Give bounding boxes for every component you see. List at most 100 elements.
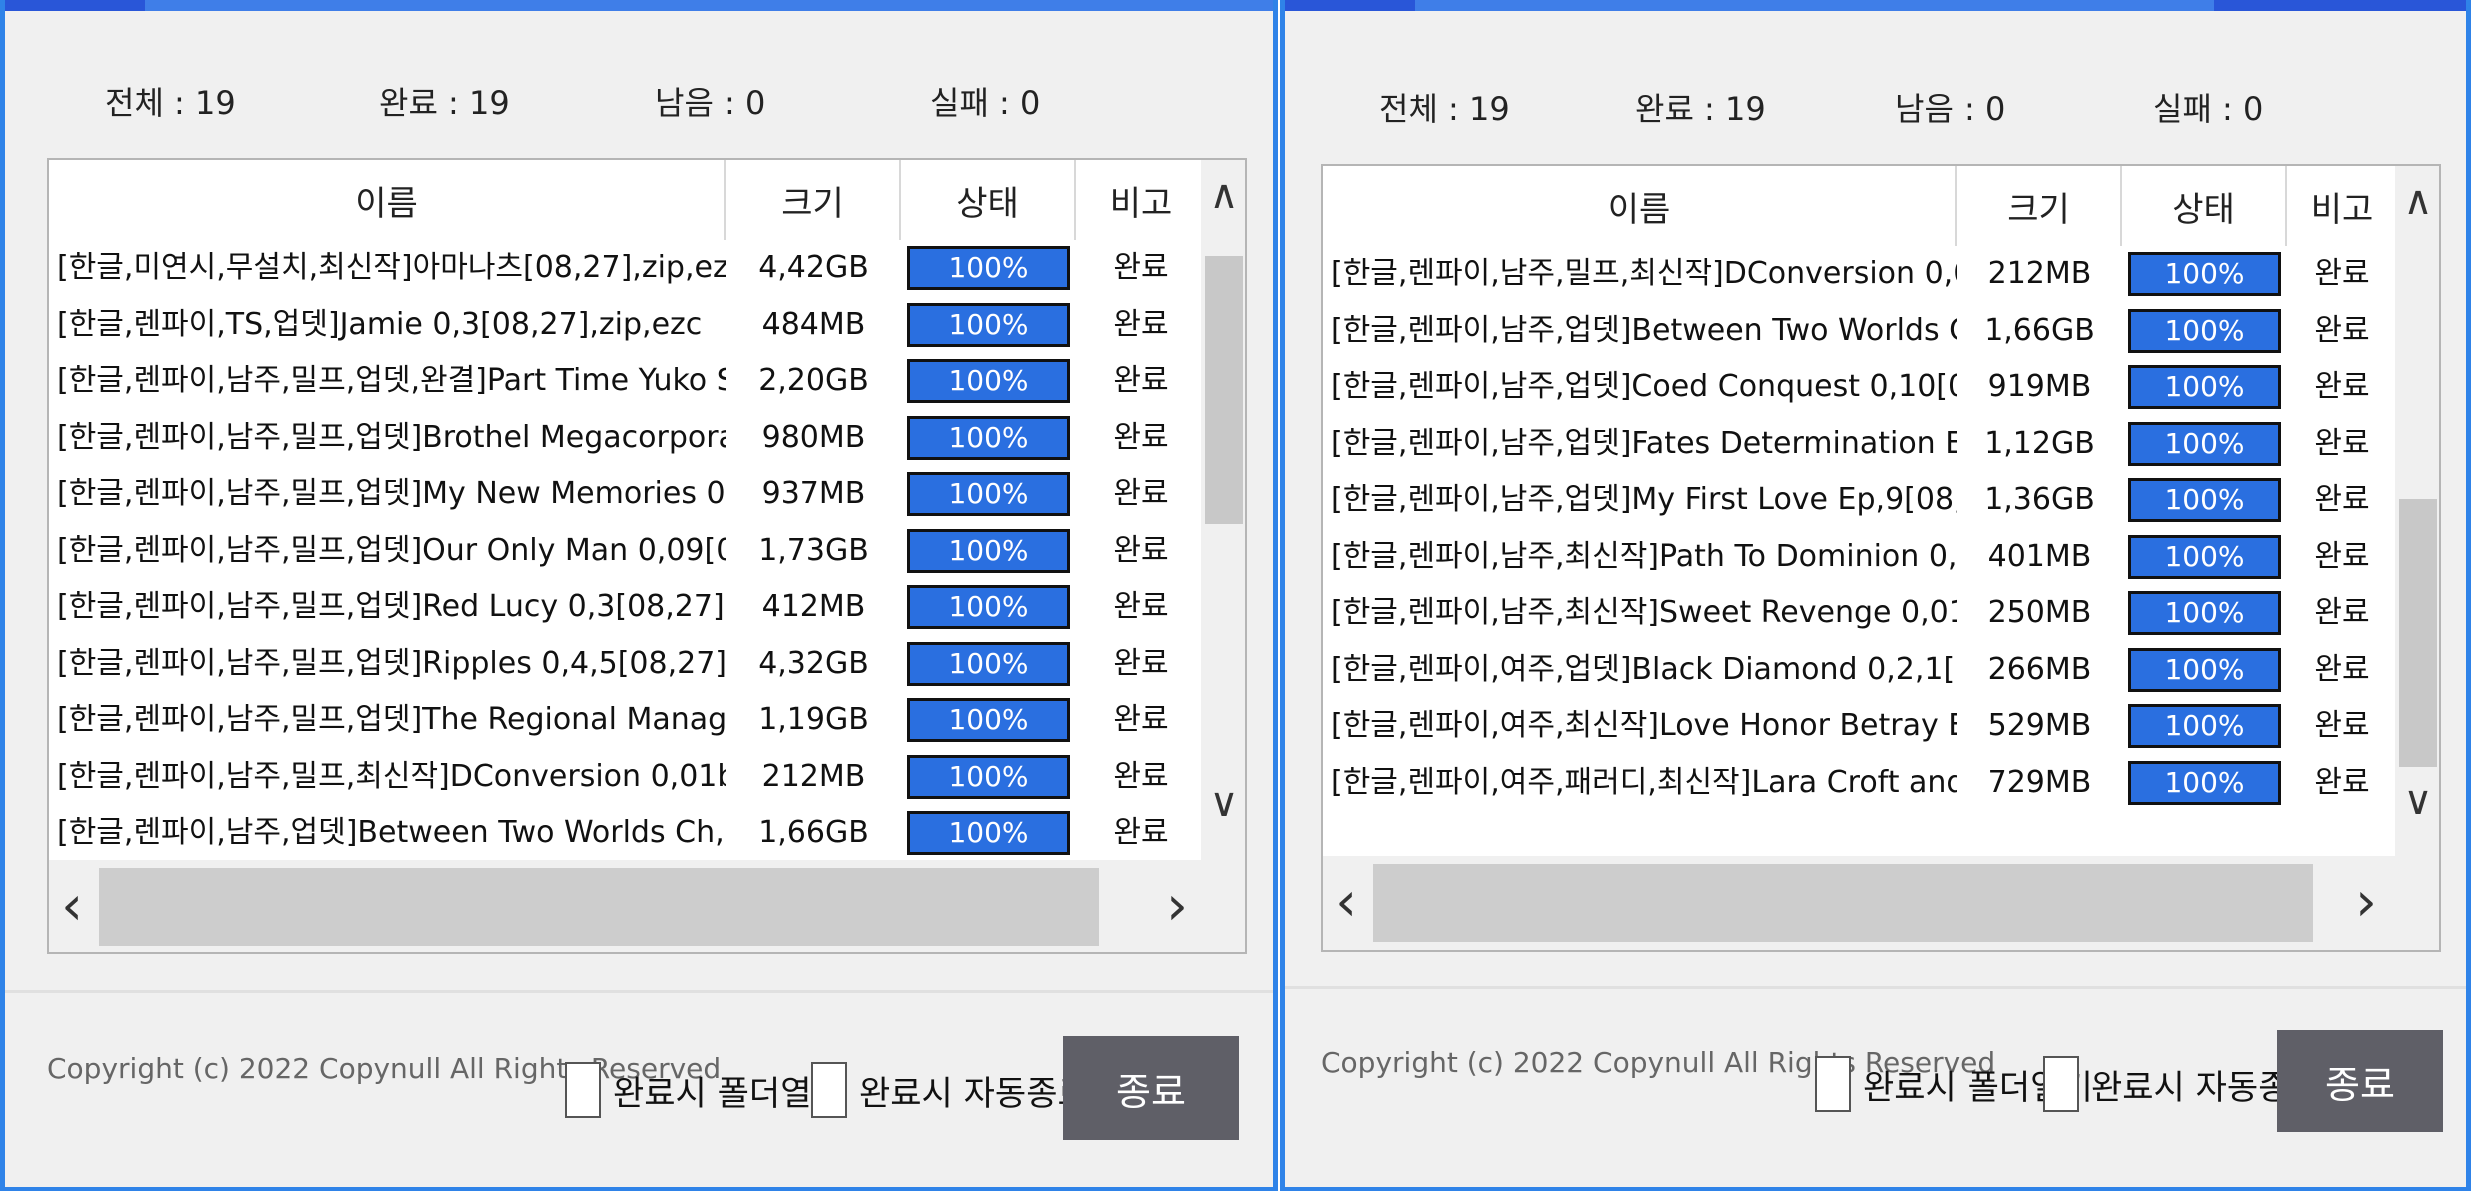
auto-exit-checkbox[interactable] (811, 1062, 847, 1118)
title-bar (5, 0, 1273, 11)
item-size: 1,66GB (1984, 312, 2095, 348)
progress-bar: 100% (2128, 421, 2281, 466)
close-button[interactable]: 종료 (1063, 1036, 1239, 1140)
list-item[interactable]: [한글,렌파이,남주,최신작]Sweet Revenge 0,01[08,27]… (1323, 585, 2397, 641)
column-header-size[interactable]: 크기 (726, 160, 901, 240)
stat-failed: 실패 : 0 (2153, 90, 2264, 128)
item-name: [한글,렌파이,남주,업뎃]Between Two Worlds Ch,5[08… (57, 815, 726, 850)
horizontal-scroll-thumb[interactable] (99, 868, 1099, 946)
item-size: 919MB (1987, 369, 2092, 404)
scroll-right-icon[interactable]: › (2343, 870, 2389, 933)
stat-remaining: 남음 : 0 (1895, 90, 2006, 128)
item-note: 완료 (2314, 425, 2370, 461)
progress-bar: 100% (907, 585, 1070, 629)
open-folder-checkbox[interactable] (565, 1062, 601, 1118)
list-item[interactable]: [한글,렌파이,남주,밀프,업뎃]The Regional Manager 0,… (49, 692, 1206, 748)
scroll-up-icon[interactable]: ∧ (1201, 172, 1245, 218)
item-name: [한글,렌파이,TS,업뎃]Jamie 0,3[08,27],zip,ezc (57, 306, 703, 342)
progress-text: 100% (2164, 765, 2245, 799)
item-size: 412MB (761, 589, 866, 624)
item-name: [한글,렌파이,남주,업뎃]Between Two Worlds Ch,5[08… (1331, 312, 1957, 348)
list-item[interactable]: [한글,렌파이,남주,밀프,업뎃]Our Only Man 0,09[08,27… (49, 523, 1206, 579)
item-name: [한글,렌파이,남주,밀프,업뎃]Our Only Man 0,09[08,27… (57, 532, 726, 568)
item-name: [한글,렌파이,남주,최신작]Path To Dominion 0,1,0[08… (1331, 538, 1957, 574)
item-size: 1,12GB (1984, 425, 2095, 461)
list-item[interactable]: [한글,렌파이,남주,업뎃]My First Love Ep,9[08,27],… (1323, 472, 2397, 528)
column-header-status[interactable]: 상태 (2122, 166, 2287, 246)
column-header-note[interactable]: 비고 (2287, 166, 2397, 246)
close-button[interactable]: 종료 (2277, 1030, 2443, 1132)
auto-exit-option[interactable]: 완료시 자동종료 (811, 1062, 1089, 1118)
scroll-down-icon[interactable]: ∨ (2395, 778, 2439, 824)
list-item[interactable]: [한글,렌파이,남주,최신작]Path To Dominion 0,1,0[08… (1323, 529, 2397, 585)
list-item[interactable]: [한글,렌파이,여주,최신작]Love Honor Betray Ep,1[08… (1323, 698, 2397, 754)
download-list[interactable]: 이름 크기 상태 비고 [한글,렌파이,남주,밀프,최신작]DConversio… (1321, 164, 2441, 952)
item-name: [한글,렌파이,남주,밀프,업뎃]Brothel Megacorporation… (57, 419, 726, 455)
list-item[interactable]: [한글,렌파이,남주,업뎃]Coed Conquest 0,10[08,27],… (1323, 359, 2397, 415)
item-name: [한글,미연시,무설치,최신작]아마나츠[08,27],zip,ezc (57, 250, 726, 285)
stat-failed: 실패 : 0 (930, 84, 1041, 122)
download-list[interactable]: 이름 크기 상태 비고 [한글,미연시,무설치,최신작]아마나츠[08,27],… (47, 158, 1247, 954)
scroll-left-icon[interactable]: ‹ (1323, 870, 1369, 933)
item-size: 250MB (1987, 595, 2092, 630)
progress-text: 100% (2164, 426, 2245, 460)
item-note: 완료 (2314, 312, 2370, 348)
progress-text: 100% (2164, 652, 2245, 686)
list-item[interactable]: [한글,렌파이,TS,업뎃]Jamie 0,3[08,27],zip,ezc 48… (49, 297, 1206, 353)
progress-bar: 100% (907, 754, 1070, 799)
open-folder-checkbox[interactable] (1815, 1056, 1851, 1112)
scroll-down-icon[interactable]: ∨ (1201, 780, 1245, 826)
list-item[interactable]: [한글,렌파이,남주,업뎃]Fates Determination Ep,3[0… (1323, 416, 2397, 472)
list-item[interactable]: [한글,렌파이,남주,밀프,업뎃]Brothel Megacorporation… (49, 410, 1206, 466)
stat-total: 전체 : 19 (105, 84, 236, 122)
list-item[interactable]: [한글,미연시,무설치,최신작]아마나츠[08,27],zip,ezc 4,42G… (49, 240, 1206, 296)
item-note: 완료 (2314, 538, 2370, 574)
auto-exit-checkbox[interactable] (2043, 1056, 2079, 1112)
list-item[interactable]: [한글,렌파이,여주,업뎃]Black Diamond 0,2,1[08,27]… (1323, 642, 2397, 698)
item-note: 완료 (2314, 595, 2370, 630)
open-folder-option[interactable]: 완료시 폴더열기 (565, 1062, 843, 1118)
scroll-left-icon[interactable]: ‹ (49, 874, 95, 937)
progress-text: 100% (948, 477, 1029, 510)
vertical-scrollbar[interactable]: ∧ ∨ (2395, 166, 2439, 856)
item-size: 1,36GB (1984, 482, 2095, 517)
list-item[interactable]: [한글,렌파이,남주,밀프,최신작]DConversion 0,01b[08,2… (49, 749, 1206, 805)
item-note: 완료 (2314, 708, 2370, 743)
progress-bar: 100% (2128, 308, 2281, 353)
item-size: 401MB (1987, 538, 2092, 574)
progress-bar: 100% (907, 302, 1070, 347)
item-note: 완료 (2314, 764, 2370, 800)
scroll-up-icon[interactable]: ∧ (2395, 178, 2439, 224)
horizontal-scroll-thumb[interactable] (1373, 864, 2313, 942)
vertical-scrollbar[interactable]: ∧ ∨ (1201, 160, 1245, 860)
horizontal-scrollbar[interactable]: ‹ › (49, 860, 1245, 952)
list-item[interactable]: [한글,렌파이,남주,밀프,업뎃]Ripples 0,4,5[08,27][강추… (49, 636, 1206, 692)
progress-text: 100% (948, 420, 1029, 454)
list-item[interactable]: [한글,렌파이,남주,밀프,업뎃]Red Lucy 0,3[08,27],zip… (49, 579, 1206, 635)
column-header-note[interactable]: 비고 (1076, 160, 1206, 240)
vertical-scroll-thumb[interactable] (1205, 256, 1243, 524)
item-name: [한글,렌파이,여주,패러디,최신작]Lara Croft and the Lo… (1331, 764, 1957, 800)
item-size: 1,66GB (758, 815, 869, 850)
list-item[interactable]: [한글,렌파이,여주,패러디,최신작]Lara Croft and the Lo… (1323, 755, 2397, 811)
list-item[interactable]: [한글,렌파이,남주,업뎃]Between Two Worlds Ch,5[08… (49, 805, 1206, 861)
horizontal-scrollbar[interactable]: ‹ › (1323, 856, 2439, 950)
item-name: [한글,렌파이,남주,업뎃]Fates Determination Ep,3[0… (1331, 425, 1957, 461)
list-item[interactable]: [한글,렌파이,남주,업뎃]Between Two Worlds Ch,5[08… (1323, 303, 2397, 359)
item-name: [한글,렌파이,남주,업뎃]Coed Conquest 0,10[08,27],… (1331, 369, 1957, 404)
progress-bar: 100% (2128, 647, 2281, 692)
progress-text: 100% (948, 590, 1029, 623)
item-name: [한글,렌파이,남주,밀프,최신작]DConversion 0,01b[08,2… (1331, 256, 1957, 291)
vertical-scroll-thumb[interactable] (2399, 499, 2437, 767)
column-header-name[interactable]: 이름 (49, 160, 726, 240)
progress-text: 100% (948, 759, 1029, 793)
list-item[interactable]: [한글,렌파이,남주,밀프,최신작]DConversion 0,01b[08,2… (1323, 246, 2397, 302)
column-header-status[interactable]: 상태 (901, 160, 1076, 240)
item-note: 완료 (2314, 482, 2370, 517)
column-header-size[interactable]: 크기 (1957, 166, 2122, 246)
scroll-right-icon[interactable]: › (1154, 874, 1200, 937)
list-item[interactable]: [한글,렌파이,남주,밀프,업뎃,완결]Part Time Yuko Story… (49, 353, 1206, 409)
list-item[interactable]: [한글,렌파이,남주,밀프,업뎃]My New Memories 0,3[08,… (49, 466, 1206, 522)
column-header-name[interactable]: 이름 (1323, 166, 1957, 246)
stat-done: 완료 : 19 (1635, 90, 1766, 128)
